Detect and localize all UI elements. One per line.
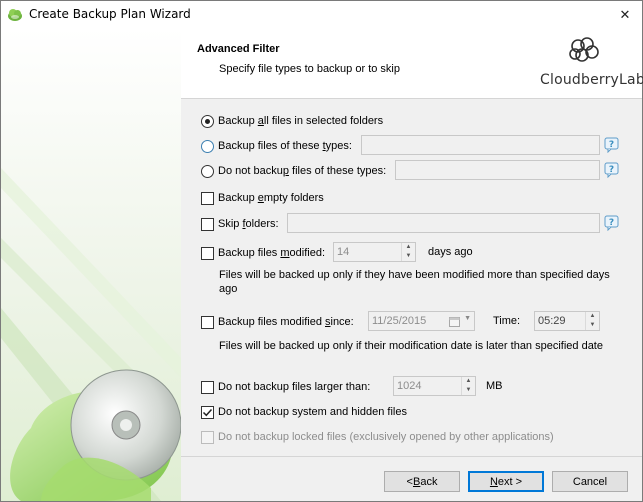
svg-text:?: ? — [609, 140, 614, 150]
larger-than-value: 1024 — [397, 380, 422, 392]
modified-since-time-stepper[interactable]: 05:29 ▲ ▼ — [534, 311, 600, 331]
svg-text:?: ? — [609, 165, 614, 175]
skip-folders-checkbox[interactable] — [201, 217, 214, 231]
page-subtitle: Specify file types to backup or to skip — [219, 63, 400, 75]
calendar-icon[interactable] — [449, 316, 460, 327]
empty-folders-label: Backup empty folders — [218, 192, 324, 204]
modified-note: Files will be backed up only if they hav… — [219, 269, 610, 295]
help-icon[interactable]: ? — [604, 215, 620, 231]
skip-types-option[interactable]: Do not backup files of these types: — [201, 162, 386, 180]
skip-folders-option[interactable]: Skip folders: — [201, 215, 279, 233]
cancel-button[interactable]: Cancel — [552, 471, 628, 492]
larger-than-unit: MB — [486, 380, 503, 392]
modified-days-value: 14 — [337, 246, 350, 258]
modified-since-option[interactable]: Backup files modified since: — [201, 313, 354, 331]
svg-text:?: ? — [609, 218, 614, 228]
modified-unit-label: days ago — [428, 246, 473, 258]
backup-types-label: Backup files of these types: — [218, 140, 352, 152]
backup-all-label: Backup all files in selected folders — [218, 115, 384, 127]
filter-options-panel: Backup all files in selected folders Bac… — [181, 100, 642, 456]
larger-than-label: Do not backup files larger than: — [218, 381, 371, 393]
system-hidden-option[interactable]: Do not backup system and hidden files — [201, 403, 407, 421]
modified-days-stepper[interactable]: 14 ▲ ▼ — [333, 242, 416, 262]
modified-checkbox[interactable] — [201, 246, 214, 260]
page-header: Advanced Filter Specify file types to ba… — [181, 28, 643, 99]
spin-up-icon[interactable]: ▲ — [402, 243, 415, 252]
system-hidden-checkbox[interactable] — [201, 405, 214, 419]
locked-files-label: Do not backup locked files (exclusively … — [218, 431, 554, 443]
spin-down-icon[interactable]: ▼ — [586, 321, 599, 330]
backup-types-input[interactable] — [361, 135, 600, 155]
modified-since-label: Backup files modified since: — [218, 316, 354, 328]
help-icon[interactable]: ? — [604, 137, 620, 153]
empty-folders-option[interactable]: Backup empty folders — [201, 189, 324, 207]
larger-than-option[interactable]: Do not backup files larger than: — [201, 378, 370, 396]
system-hidden-label: Do not backup system and hidden files — [218, 406, 407, 418]
decorative-side-panel — [1, 28, 181, 501]
backup-all-radio[interactable] — [201, 114, 214, 128]
modified-since-checkbox[interactable] — [201, 315, 214, 329]
brand-logo-text: CloudberryLab — [540, 72, 643, 88]
spin-up-icon[interactable]: ▲ — [462, 377, 475, 386]
backup-types-option[interactable]: Backup files of these types: — [201, 137, 352, 155]
wizard-window: Create Backup Plan Wizard ✕ Advanced Fil… — [0, 0, 643, 502]
help-icon[interactable]: ? — [604, 162, 620, 178]
next-button[interactable]: Next > — [468, 471, 544, 492]
disc-icon — [1, 168, 181, 501]
larger-than-stepper[interactable]: 1024 ▲ ▼ — [393, 376, 476, 396]
modified-since-date-value: 11/25/2015 — [372, 315, 427, 327]
modified-option[interactable]: Backup files modified: — [201, 244, 325, 262]
modified-since-date-picker[interactable]: 11/25/2015 ▼ — [368, 311, 475, 331]
larger-than-checkbox[interactable] — [201, 380, 214, 394]
checkmark-icon — [202, 408, 213, 416]
close-button[interactable]: ✕ — [608, 1, 642, 28]
window-title: Create Backup Plan Wizard — [29, 7, 191, 21]
spin-up-icon[interactable]: ▲ — [586, 312, 599, 321]
close-icon: ✕ — [619, 6, 631, 22]
title-bar: Create Backup Plan Wizard ✕ — [1, 1, 642, 28]
spin-down-icon[interactable]: ▼ — [462, 386, 475, 395]
skip-folders-input[interactable] — [287, 213, 600, 233]
modified-label: Backup files modified: — [218, 247, 326, 259]
skip-types-radio[interactable] — [201, 164, 214, 178]
backup-all-option[interactable]: Backup all files in selected folders — [201, 112, 383, 130]
skip-folders-label: Skip folders: — [218, 218, 279, 230]
app-cloud-icon — [8, 9, 22, 21]
spin-down-icon[interactable]: ▼ — [402, 252, 415, 261]
modified-since-note: Files will be backed up only if their mo… — [219, 340, 603, 352]
backup-types-radio[interactable] — [201, 139, 214, 153]
locked-files-option: Do not backup locked files (exclusively … — [201, 428, 554, 446]
page-title: Advanced Filter — [197, 43, 280, 55]
cloudberry-logo-icon — [569, 37, 599, 62]
wizard-footer: < Back Next > Cancel — [181, 456, 642, 501]
back-button[interactable]: < Back — [384, 471, 460, 492]
skip-types-label: Do not backup files of these types: — [218, 165, 387, 177]
chevron-down-icon[interactable]: ▼ — [464, 315, 471, 322]
empty-folders-checkbox[interactable] — [201, 191, 214, 205]
locked-files-checkbox — [201, 430, 214, 444]
time-label: Time: — [493, 315, 521, 327]
skip-types-input[interactable] — [395, 160, 600, 180]
modified-since-time-value: 05:29 — [538, 315, 566, 327]
